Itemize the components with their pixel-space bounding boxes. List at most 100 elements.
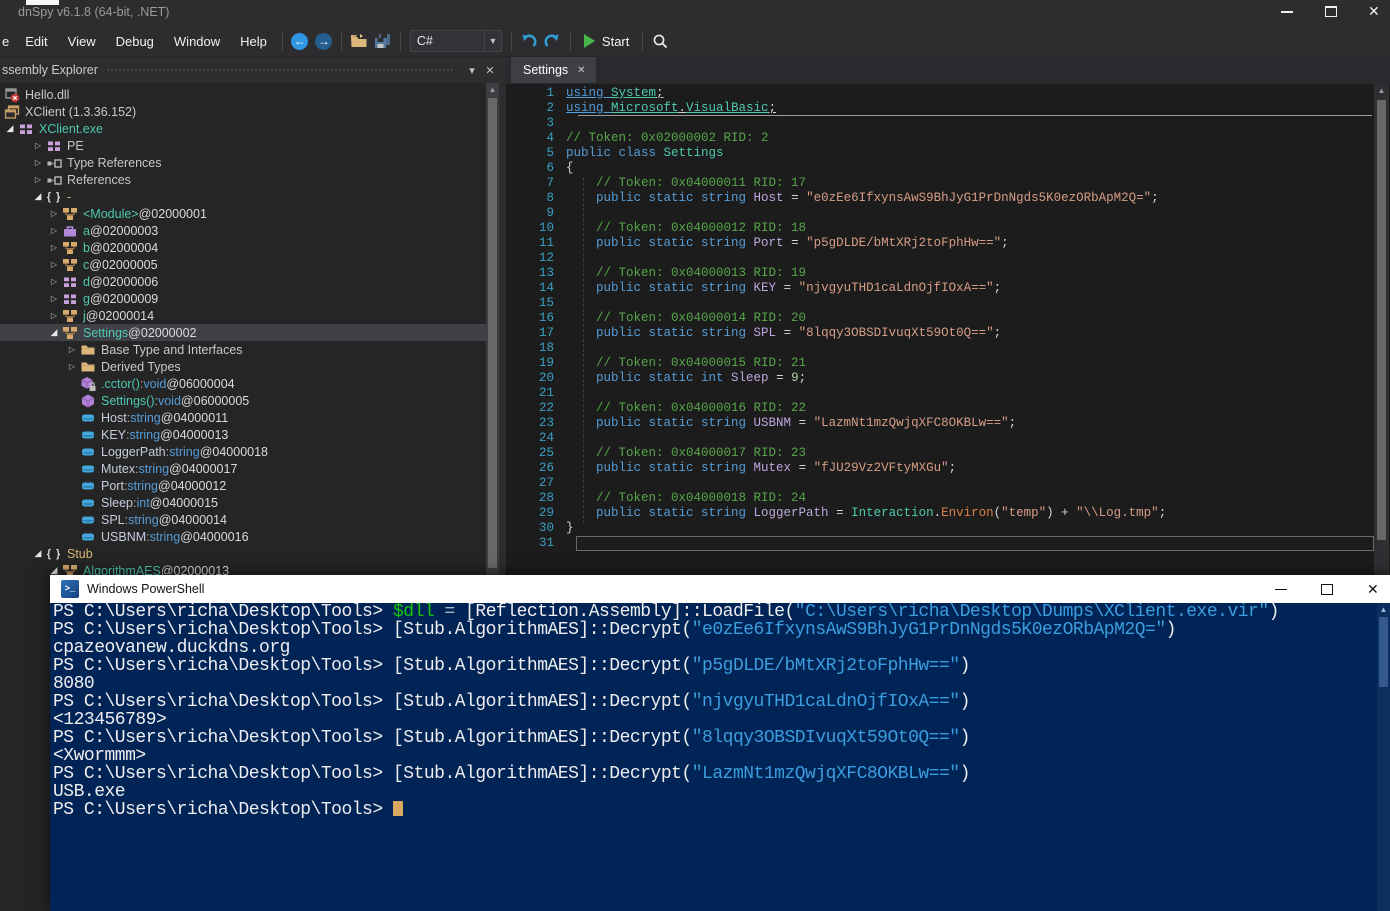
code-line[interactable]: 17 public static string SPL = "8lqqy3OBS… bbox=[506, 326, 1390, 341]
scrollbar-thumb[interactable] bbox=[488, 98, 497, 568]
tree-row[interactable]: ▷d @02000006 bbox=[0, 273, 486, 290]
code-line[interactable]: 13 // Token: 0x04000013 RID: 19 bbox=[506, 266, 1390, 281]
expander-expanded-icon[interactable]: ◢ bbox=[30, 548, 46, 559]
tree-row[interactable]: ▷<Module> @02000001 bbox=[0, 205, 486, 222]
code-line[interactable]: 25 // Token: 0x04000017 RID: 23 bbox=[506, 446, 1390, 461]
expander-collapsed-icon[interactable]: ▷ bbox=[64, 362, 80, 371]
code-line[interactable]: 29 public static string LoggerPath = Int… bbox=[506, 506, 1390, 521]
tree-row[interactable]: ▷Derived Types bbox=[0, 358, 486, 375]
expander-expanded-icon[interactable]: ◢ bbox=[30, 191, 46, 202]
code-line[interactable]: 27 bbox=[506, 476, 1390, 491]
code-line[interactable]: 7 // Token: 0x04000011 RID: 17 bbox=[506, 176, 1390, 191]
search-button[interactable] bbox=[648, 28, 672, 54]
tree-row[interactable]: ▷References bbox=[0, 171, 486, 188]
ps-maximize-button[interactable] bbox=[1321, 583, 1334, 596]
tree-row[interactable]: Mutex : string @04000017 bbox=[0, 460, 486, 477]
tree-row[interactable]: XClient (1.3.36.152) bbox=[0, 103, 486, 120]
menu-item-debug[interactable]: Debug bbox=[106, 26, 164, 56]
expander-collapsed-icon[interactable]: ▷ bbox=[30, 141, 46, 150]
tree-row[interactable]: Sleep : int @04000015 bbox=[0, 494, 486, 511]
undo-button[interactable] bbox=[517, 28, 541, 54]
code-line[interactable]: 21 bbox=[506, 386, 1390, 401]
assembly-explorer-header[interactable]: ssembly Explorer ▾ ✕ bbox=[0, 57, 499, 83]
expander-collapsed-icon[interactable]: ▷ bbox=[30, 175, 46, 184]
tree-row[interactable]: Settings() : void @06000005 bbox=[0, 392, 486, 409]
tree-row[interactable]: ▷Base Type and Interfaces bbox=[0, 341, 486, 358]
tab-settings[interactable]: Settings ✕ bbox=[511, 57, 596, 83]
tree-row[interactable]: Hello.dll bbox=[0, 86, 486, 103]
panel-menu-button[interactable]: ▾ bbox=[463, 64, 481, 77]
code-line[interactable]: 20 public static int Sleep = 9; bbox=[506, 371, 1390, 386]
tree-row[interactable]: ▷Type References bbox=[0, 154, 486, 171]
menu-item-edit[interactable]: Edit bbox=[15, 26, 57, 56]
code-line[interactable]: 23 public static string USBNM = "LazmNt1… bbox=[506, 416, 1390, 431]
ps-minimize-button[interactable] bbox=[1275, 583, 1288, 596]
code-line[interactable]: 30} bbox=[506, 521, 1390, 536]
start-button[interactable]: Start bbox=[576, 28, 637, 54]
code-line[interactable]: 18 bbox=[506, 341, 1390, 356]
code-line[interactable]: 15 bbox=[506, 296, 1390, 311]
console-scrollbar[interactable]: ▲ bbox=[1377, 603, 1390, 911]
menu-item-e[interactable]: e bbox=[0, 26, 15, 56]
code-line[interactable]: 2using Microsoft.VisualBasic; bbox=[506, 101, 1390, 116]
expander-collapsed-icon[interactable]: ▷ bbox=[46, 209, 62, 218]
tree-row[interactable]: ◢{ }- bbox=[0, 188, 486, 205]
scrollbar-thumb[interactable] bbox=[1379, 617, 1388, 687]
titlebar[interactable]: dnSpy v6.1.8 (64-bit, .NET) ✕ bbox=[0, 0, 1390, 26]
language-select[interactable]: C# ▼ bbox=[410, 30, 502, 52]
powershell-titlebar[interactable]: >_ Windows PowerShell ✕ bbox=[50, 575, 1390, 603]
tree-row[interactable]: Port : string @04000012 bbox=[0, 477, 486, 494]
code-line[interactable]: 22 // Token: 0x04000016 RID: 22 bbox=[506, 401, 1390, 416]
tree-row[interactable]: SPL : string @04000014 bbox=[0, 511, 486, 528]
tree-row[interactable]: ▷a @02000003 bbox=[0, 222, 486, 239]
code-line[interactable]: 3 bbox=[506, 116, 1390, 131]
expander-collapsed-icon[interactable]: ▷ bbox=[46, 294, 62, 303]
redo-button[interactable] bbox=[541, 28, 565, 54]
expander-collapsed-icon[interactable]: ▷ bbox=[46, 226, 62, 235]
code-line[interactable]: 14 public static string KEY = "njvgyuTHD… bbox=[506, 281, 1390, 296]
tree-row[interactable]: ◢{ }Stub bbox=[0, 545, 486, 562]
code-line[interactable]: 8 public static string Host = "e0zEe6Ifx… bbox=[506, 191, 1390, 206]
save-all-button[interactable] bbox=[371, 28, 395, 54]
code-line[interactable]: 26 public static string Mutex = "fJU29Vz… bbox=[506, 461, 1390, 476]
code-line[interactable]: 11 public static string Port = "p5gDLDE/… bbox=[506, 236, 1390, 251]
tree-row[interactable]: .cctor() : void @06000004 bbox=[0, 375, 486, 392]
expander-collapsed-icon[interactable]: ▷ bbox=[46, 243, 62, 252]
code-line[interactable]: 6{ bbox=[506, 161, 1390, 176]
powershell-console[interactable]: ▲ PS C:\Users\richa\Desktop\Tools> $dll … bbox=[50, 603, 1390, 911]
tree-row[interactable]: ▷b @02000004 bbox=[0, 239, 486, 256]
menu-item-help[interactable]: Help bbox=[230, 26, 277, 56]
tree-row[interactable]: ◢Settings @02000002 bbox=[0, 324, 486, 341]
tree-row[interactable]: ▷g @02000009 bbox=[0, 290, 486, 307]
tree-row[interactable]: ▷PE bbox=[0, 137, 486, 154]
menu-item-view[interactable]: View bbox=[58, 26, 106, 56]
code-line[interactable]: 28 // Token: 0x04000018 RID: 24 bbox=[506, 491, 1390, 506]
code-line[interactable]: 19 // Token: 0x04000015 RID: 21 bbox=[506, 356, 1390, 371]
code-line[interactable]: 5public class Settings bbox=[506, 146, 1390, 161]
tab-close-icon[interactable]: ✕ bbox=[577, 65, 585, 76]
expander-expanded-icon[interactable]: ◢ bbox=[2, 123, 18, 134]
expander-collapsed-icon[interactable]: ▷ bbox=[30, 158, 46, 167]
navigate-back-button[interactable]: ← bbox=[288, 28, 312, 54]
scrollbar-thumb[interactable] bbox=[1377, 100, 1386, 540]
expander-expanded-icon[interactable]: ◢ bbox=[46, 327, 62, 338]
maximize-button[interactable] bbox=[1324, 4, 1338, 18]
navigate-forward-button[interactable]: → bbox=[312, 28, 336, 54]
tree-row[interactable]: ▷j @02000014 bbox=[0, 307, 486, 324]
code-line[interactable]: 16 // Token: 0x04000014 RID: 20 bbox=[506, 311, 1390, 326]
code-line[interactable]: 24 bbox=[506, 431, 1390, 446]
expander-collapsed-icon[interactable]: ▷ bbox=[64, 345, 80, 354]
menu-item-window[interactable]: Window bbox=[164, 26, 230, 56]
expander-collapsed-icon[interactable]: ▷ bbox=[46, 277, 62, 286]
minimize-button[interactable] bbox=[1280, 4, 1294, 18]
tree-row[interactable]: KEY : string @04000013 bbox=[0, 426, 486, 443]
open-file-button[interactable] bbox=[347, 28, 371, 54]
expander-collapsed-icon[interactable]: ▷ bbox=[46, 260, 62, 269]
tree-row[interactable]: ◢XClient.exe bbox=[0, 120, 486, 137]
tree-row[interactable]: ▷c @02000005 bbox=[0, 256, 486, 273]
tree-row[interactable]: USBNM : string @04000016 bbox=[0, 528, 486, 545]
code-line[interactable]: 4// Token: 0x02000002 RID: 2 bbox=[506, 131, 1390, 146]
code-line[interactable]: 12 bbox=[506, 251, 1390, 266]
expander-collapsed-icon[interactable]: ▷ bbox=[46, 311, 62, 320]
code-line[interactable]: 10 // Token: 0x04000012 RID: 18 bbox=[506, 221, 1390, 236]
